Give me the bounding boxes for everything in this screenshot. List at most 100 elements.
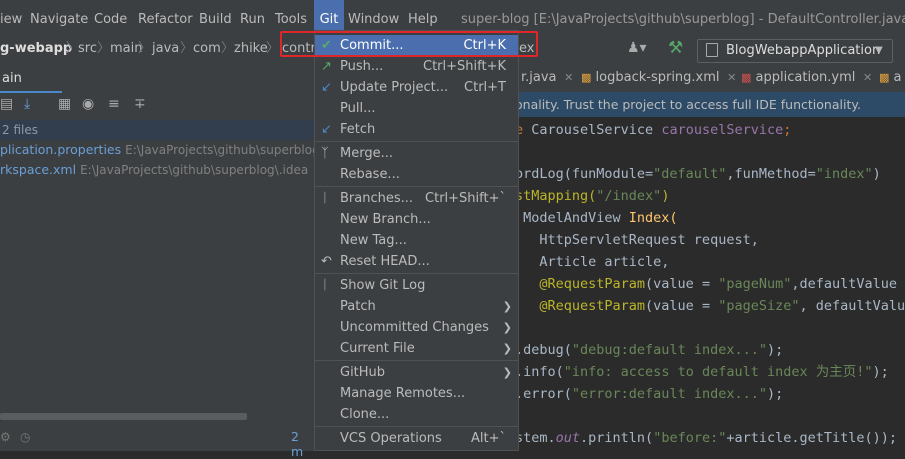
gear-icon[interactable]: ⚙	[0, 430, 11, 444]
file-path: E:\JavaProjects\github\superblog\	[125, 143, 324, 157]
code-token: ,defaultValue =	[791, 276, 905, 292]
expand-all-icon[interactable]: ≡	[108, 96, 120, 112]
menu-item-github[interactable]: GitHub ❯	[315, 362, 518, 383]
code-token: "error:default index..."	[571, 386, 767, 402]
menu-item-label: Rebase...	[340, 167, 400, 182]
menu-item-shortcut: Ctrl+T	[464, 80, 506, 95]
code-token: "pageSize"	[718, 298, 800, 314]
code-token: )	[872, 166, 881, 182]
code-editor[interactable]: e CarouselService carouselService; ordLo…	[515, 117, 905, 451]
breadcrumb-item-com[interactable]: com	[193, 30, 221, 67]
breadcrumb-item-zhike[interactable]: zhike	[234, 30, 268, 67]
editor-tab-bar: r.java ✕ ▩ logback-spring.xml ✕ ▩ applic…	[515, 67, 905, 93]
window-title: super-blog [E:\JavaProjects\github\super…	[461, 12, 905, 27]
code-line: .error("error:default index...");	[515, 383, 783, 405]
code-token: Article article,	[515, 254, 670, 270]
menu-window[interactable]: Window	[348, 0, 399, 30]
chevron-right-icon: ❯	[502, 321, 512, 334]
menu-item-uncommitted-changes[interactable]: Uncommitted Changes ❯	[315, 317, 518, 338]
menu-item-current-file[interactable]: Current File ❯	[315, 338, 518, 359]
close-icon[interactable]: ✕	[724, 71, 736, 84]
horizontal-scrollbar[interactable]	[0, 413, 247, 420]
menu-item-rebase[interactable]: Rebase...	[315, 164, 518, 185]
run-configuration-select[interactable]: BlogWebappApplication ▼	[697, 39, 893, 63]
update-arrow-icon: ↙	[321, 80, 332, 95]
breadcrumb-item-module[interactable]: g-webapp	[0, 30, 72, 67]
changed-file-row[interactable]: plication.properties E:\JavaProjects\git…	[0, 140, 324, 160]
history-icon[interactable]: ◷	[20, 430, 30, 444]
menu-item-reset-head[interactable]: ↶ Reset HEAD...	[315, 251, 518, 272]
menu-separator	[315, 141, 518, 142]
editor-tab-application-yml[interactable]: ▩ application.yml ✕	[741, 67, 872, 92]
code-token: ;	[783, 122, 792, 138]
code-token: .error(	[515, 386, 572, 402]
collapse-all-icon[interactable]: ∓	[134, 96, 146, 112]
menu-item-patch[interactable]: Patch ❯	[315, 296, 518, 317]
menu-item-show-git-log[interactable]: ᛁ Show Git Log	[315, 275, 518, 296]
menu-item-branches[interactable]: ᛁ Branches... Ctrl+Shift+`	[315, 188, 518, 209]
menu-tools[interactable]: Tools	[275, 0, 307, 30]
menu-view[interactable]: iew	[0, 0, 22, 30]
close-icon[interactable]: ✕	[561, 71, 573, 84]
menu-item-fetch[interactable]: ↙ Fetch	[315, 119, 518, 140]
code-line: @RequestParam(value = "pageSize", defaul…	[515, 295, 905, 317]
menu-item-push[interactable]: ↗ Push... Ctrl+Shift+K	[315, 56, 518, 77]
build-hammer-icon[interactable]: ⚒	[668, 38, 683, 58]
code-token: @RequestParam	[515, 276, 646, 292]
chevron-right-icon: ❯	[502, 300, 512, 313]
code-token: stem.	[515, 430, 556, 446]
changed-file-row[interactable]: rkspace.xml E:\JavaProjects\github\super…	[0, 160, 308, 180]
editor-tab-more[interactable]: ▩ a	[879, 67, 902, 92]
menu-item-clone[interactable]: Clone...	[315, 404, 518, 425]
code-line: .debug("debug:default index...");	[515, 339, 783, 361]
editor-tab-controller[interactable]: r.java ✕	[521, 67, 573, 92]
code-token: ModelAndView	[515, 210, 629, 226]
code-line: @RequestParam(value = "pageNum",defaultV…	[515, 273, 905, 295]
chevron-right-icon: ❯	[502, 342, 512, 355]
diff-icon[interactable]: ▤	[0, 96, 13, 112]
push-arrow-icon: ↗	[321, 59, 332, 74]
menu-item-manage-remotes[interactable]: Manage Remotes...	[315, 383, 518, 404]
code-token: "before:"	[653, 430, 727, 446]
menu-navigate[interactable]: Navigate	[30, 0, 88, 30]
group-by-icon[interactable]: ▦	[58, 96, 71, 112]
menu-item-merge[interactable]: ᛉ Merge...	[315, 143, 518, 164]
menu-item-vcs-operations[interactable]: VCS Operations Alt+`	[315, 428, 518, 449]
breadcrumb-item-src[interactable]: src	[78, 30, 97, 67]
tab-main[interactable]: ain	[0, 67, 62, 93]
code-token: CarouselService	[523, 122, 662, 138]
menu-item-shortcut: Alt+`	[471, 431, 506, 446]
breadcrumb-separator: 〉	[221, 41, 235, 56]
user-icon[interactable]: ♟▾	[627, 40, 647, 56]
code-token: "index"	[815, 166, 873, 182]
eye-icon[interactable]: ◉	[82, 96, 94, 112]
menu-item-new-tag[interactable]: New Tag...	[315, 230, 518, 251]
menu-item-new-branch[interactable]: New Branch...	[315, 209, 518, 230]
safe-mode-notice: onality. Trust the project to access ful…	[515, 92, 905, 117]
run-config-label: BlogWebappApplication	[726, 43, 881, 58]
menu-help[interactable]: Help	[408, 0, 438, 30]
menu-item-label: VCS Operations	[340, 431, 442, 446]
close-icon[interactable]: ✕	[860, 71, 872, 84]
menu-git[interactable]: Git	[314, 0, 344, 30]
code-token: HttpServletRequest request,	[515, 232, 759, 248]
notice-text: onality. Trust the project to access ful…	[515, 97, 861, 112]
code-token: stMapping(	[515, 188, 597, 204]
menu-item-pull[interactable]: Pull...	[315, 98, 518, 119]
fetch-icon: ↙	[321, 122, 332, 137]
code-token: "debug:default index..."	[571, 342, 767, 358]
breadcrumb-item-java[interactable]: java	[152, 30, 179, 67]
menu-refactor[interactable]: Refactor	[138, 0, 193, 30]
code-token: , defaultValue	[799, 298, 905, 314]
menu-run[interactable]: Run	[240, 0, 265, 30]
menu-item-update-project[interactable]: ↙ Update Project... Ctrl+T	[315, 77, 518, 98]
xml-file-icon: ▩	[581, 71, 592, 84]
git-menu-popup: ✔ Commit... Ctrl+K ↗ Push... Ctrl+Shift+…	[314, 30, 519, 451]
menu-item-label: Update Project...	[340, 80, 449, 95]
menu-build[interactable]: Build	[199, 0, 232, 30]
menu-code[interactable]: Code	[94, 0, 127, 30]
download-icon[interactable]: ⤓	[24, 96, 30, 112]
menu-item-label: Branches...	[340, 191, 414, 206]
menu-separator	[315, 360, 518, 361]
editor-tab-logback[interactable]: ▩ logback-spring.xml ✕	[581, 67, 736, 92]
